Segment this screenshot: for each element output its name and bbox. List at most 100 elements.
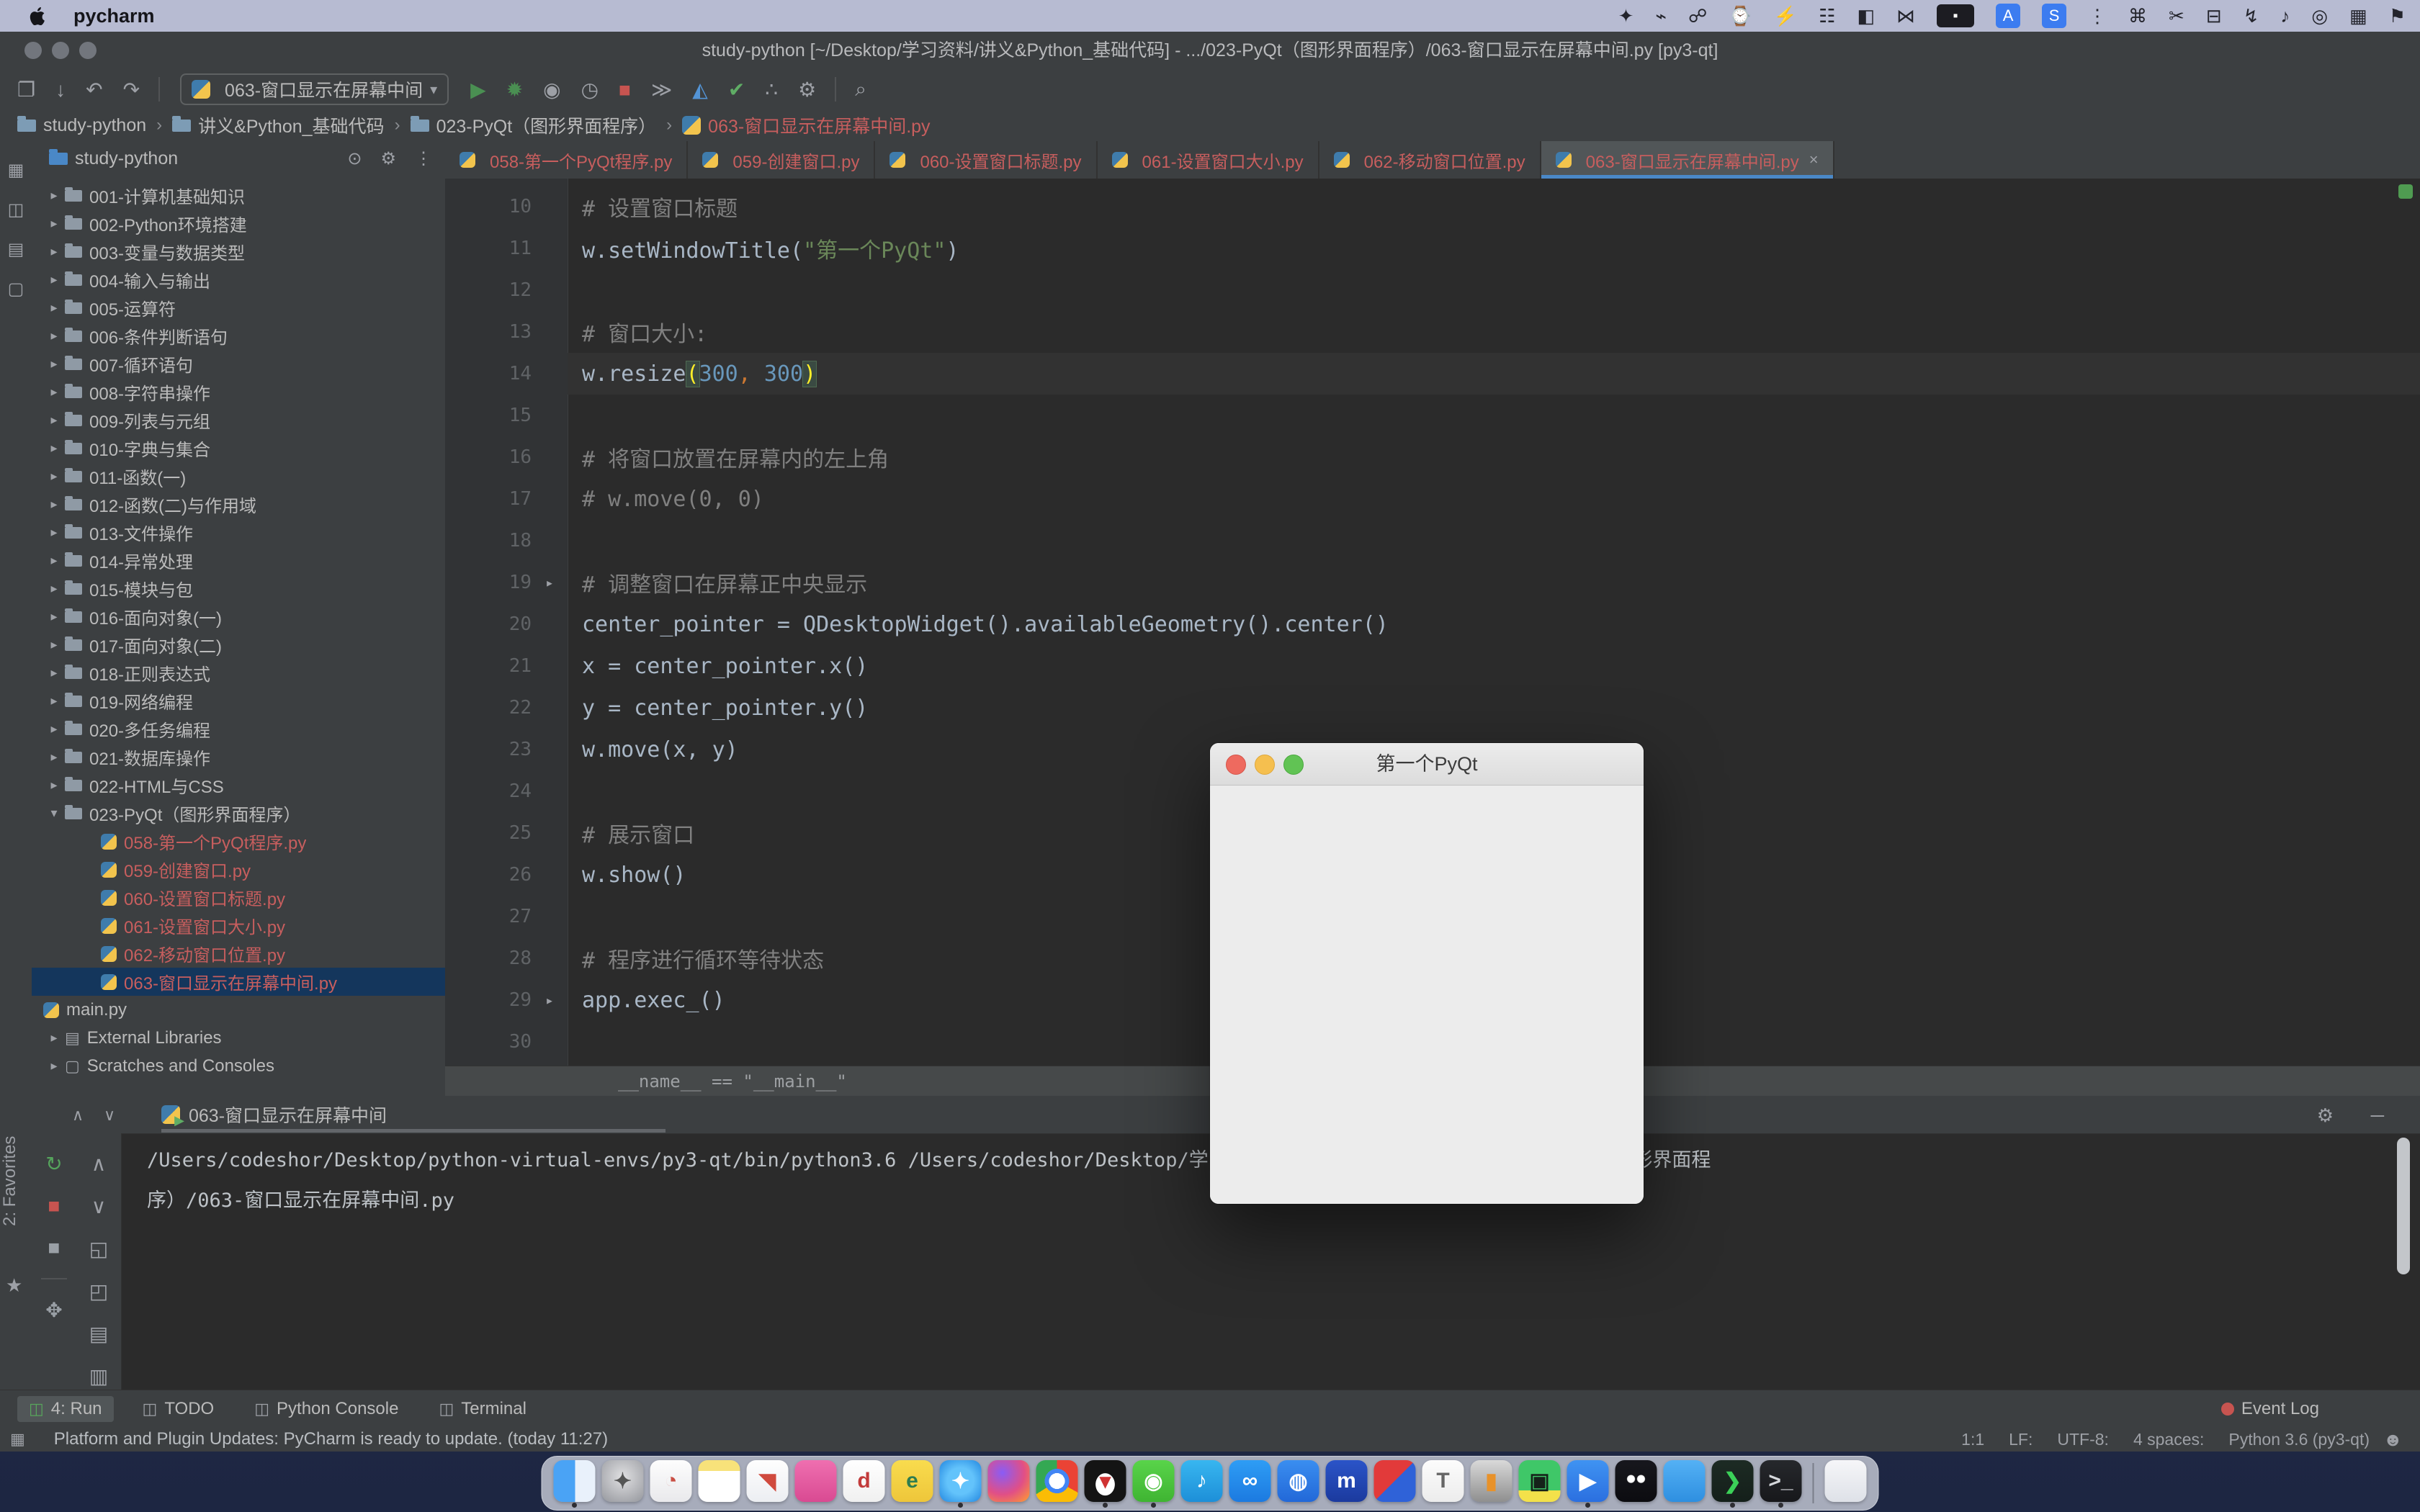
chevron-icon[interactable]: ▸: [43, 272, 65, 287]
notes-icon[interactable]: [699, 1460, 740, 1502]
dock-item-keka[interactable]: ▮: [1471, 1458, 1512, 1508]
browser-blue-icon[interactable]: [1664, 1460, 1706, 1502]
chevron-icon[interactable]: ▸: [43, 356, 65, 372]
tree-folder-row[interactable]: ▸016-面向对象(一): [32, 603, 445, 631]
status-icon-17[interactable]: ⚑: [2389, 0, 2406, 32]
chevron-icon[interactable]: ▸: [43, 778, 65, 793]
tree-folder-row[interactable]: ▸018-正则表达式: [32, 659, 445, 687]
fold-arrow-icon[interactable]: ▸: [532, 991, 568, 1009]
attach-icon[interactable]: ◭: [692, 78, 708, 101]
qq-icon[interactable]: ▾: [1085, 1460, 1126, 1502]
menu-bar-app-name[interactable]: pycharm: [73, 5, 155, 27]
tree-folder-row[interactable]: ▸022-HTML与CSS: [32, 771, 445, 799]
black-widget-icon[interactable]: [1615, 1460, 1657, 1502]
fold-arrow-icon[interactable]: ▸: [532, 574, 568, 591]
tree-folder-row[interactable]: ▸008-字符串操作: [32, 378, 445, 406]
qq-music-icon[interactable]: ♪: [1181, 1460, 1223, 1502]
check-icon[interactable]: ✔: [728, 78, 745, 101]
tree-file-row[interactable]: 060-设置窗口标题.py: [32, 883, 445, 912]
chevron-icon[interactable]: ▸: [43, 750, 65, 765]
hector-inspector-icon[interactable]: ☻: [2383, 1428, 2403, 1451]
status-widget[interactable]: 4 spaces:: [2133, 1430, 2204, 1449]
project-settings-icon[interactable]: ⚙: [380, 148, 396, 169]
scroll-end-icon[interactable]: ◰: [89, 1279, 108, 1303]
editor-tab[interactable]: 058-第一个PyQt程序.py: [445, 141, 688, 179]
screen-capture-icon[interactable]: ▪: [1937, 4, 1974, 27]
dock-item-iina[interactable]: ▶: [1567, 1458, 1609, 1508]
stop-button[interactable]: ■: [619, 78, 631, 101]
breadcrumb-segment[interactable]: 023-PyQt（图形界面程序）: [411, 112, 657, 138]
project-more-icon[interactable]: ⋮: [415, 148, 432, 169]
iterm-icon[interactable]: ❯: [1712, 1460, 1754, 1502]
chevron-down-icon[interactable]: ∨: [104, 1106, 115, 1125]
chevron-icon[interactable]: ▾: [43, 806, 65, 821]
project-tool-icon[interactable]: ▦: [0, 160, 32, 181]
tree-folder-row[interactable]: ▸005-运算符: [32, 294, 445, 322]
trash-icon[interactable]: [1825, 1460, 1867, 1502]
tree-folder-row[interactable]: ▸020-多任务编程: [32, 715, 445, 743]
tree-folder-row[interactable]: ▸010-字典与集合: [32, 434, 445, 462]
safari-icon[interactable]: ✦: [940, 1460, 982, 1502]
favorites-tool-button[interactable]: 2: Favorites: [0, 1094, 32, 1267]
dock-item-word-m[interactable]: m: [1326, 1458, 1368, 1508]
status-icon-1[interactable]: ✦: [1618, 0, 1634, 32]
coverage-button[interactable]: ◉: [543, 78, 560, 101]
dock-item-finder[interactable]: [554, 1458, 596, 1508]
typora-icon[interactable]: T: [1422, 1460, 1464, 1502]
chevron-icon[interactable]: ▸: [43, 525, 65, 540]
dash-icon[interactable]: d: [843, 1460, 885, 1502]
firefox-icon[interactable]: [988, 1460, 1030, 1502]
editor-tab[interactable]: 062-移动窗口位置.py: [1319, 141, 1541, 179]
dock-item-terminal[interactable]: >_: [1760, 1458, 1802, 1508]
dock-item-qq[interactable]: ▾: [1085, 1458, 1126, 1508]
breadcrumb-segment[interactable]: 讲义&Python_基础代码: [172, 112, 384, 138]
tree-folder-row[interactable]: ▸009-列表与元组: [32, 406, 445, 434]
dock-item-safari[interactable]: ✦: [940, 1458, 982, 1508]
toolwindow-button[interactable]: ◫TODO: [131, 1396, 226, 1422]
tree-folder-row[interactable]: ▸021-数据库操作: [32, 743, 445, 771]
dock-item-browser-blue[interactable]: [1664, 1458, 1706, 1508]
chevron-icon[interactable]: ▸: [43, 581, 65, 596]
chevron-icon[interactable]: ▸: [43, 300, 65, 315]
locate-file-icon[interactable]: ⊙: [347, 148, 362, 169]
more-icon[interactable]: ∴: [765, 78, 778, 101]
status-icon-10[interactable]: ⌘: [2128, 0, 2147, 32]
status-icon-5[interactable]: ⚡: [1774, 0, 1797, 32]
console-scrollbar[interactable]: [2397, 1138, 2410, 1274]
status-icon-13[interactable]: ↯: [2244, 0, 2259, 32]
up-stack-icon[interactable]: ∧: [91, 1152, 107, 1176]
docs-blue-icon[interactable]: ◍: [1278, 1460, 1319, 1502]
tree-folder-row[interactable]: ▸014-异常处理: [32, 546, 445, 575]
tree-file-row[interactable]: 063-窗口显示在屏幕中间.py: [32, 968, 445, 996]
dock-item-mail[interactable]: ◥: [747, 1458, 789, 1508]
apple-menu-icon[interactable]: [29, 6, 48, 25]
debug-button[interactable]: ✹: [506, 78, 523, 101]
tree-folder-row[interactable]: ▸003-变量与数据类型: [32, 238, 445, 266]
editor-tab[interactable]: 059-创建窗口.py: [688, 141, 875, 179]
tree-file-row[interactable]: 062-移动窗口位置.py: [32, 940, 445, 968]
mail-icon[interactable]: ◥: [747, 1460, 789, 1502]
word-m-icon[interactable]: m: [1326, 1460, 1368, 1502]
chevron-icon[interactable]: ▸: [43, 413, 65, 428]
status-icon-12[interactable]: ⊟: [2206, 0, 2222, 32]
status-message[interactable]: Platform and Plugin Updates: PyCharm is …: [54, 1429, 608, 1449]
chevron-icon[interactable]: ▸: [43, 384, 65, 400]
open-icon[interactable]: ❐: [17, 78, 35, 101]
breadcrumb-file[interactable]: 063-窗口显示在屏幕中间.py: [682, 112, 930, 138]
dock-item-chrome[interactable]: [1036, 1458, 1078, 1508]
editor-tab[interactable]: 063-窗口显示在屏幕中间.py×: [1541, 141, 1834, 179]
chrome-icon[interactable]: [1036, 1460, 1078, 1502]
tree-folder-row[interactable]: ▸015-模块与包: [32, 575, 445, 603]
status-icon-15[interactable]: ◎: [2311, 0, 2328, 32]
tree-folder-row[interactable]: ▸011-函数(一): [32, 462, 445, 490]
pycharm-title-bar[interactable]: study-python [~/Desktop/学习资料/讲义&Python_基…: [0, 32, 2420, 70]
dock-item-iterm[interactable]: ❯: [1712, 1458, 1754, 1508]
preview-icon[interactable]: ◔: [650, 1460, 692, 1502]
keka-icon[interactable]: ▮: [1471, 1460, 1512, 1502]
commander-tool-icon[interactable]: ▤: [0, 239, 32, 260]
chevron-icon[interactable]: ▸: [43, 188, 65, 203]
clear-all-icon[interactable]: ▥: [89, 1364, 108, 1388]
run-settings-icon[interactable]: ⚙: [2317, 1104, 2334, 1127]
editor-tab[interactable]: 060-设置窗口标题.py: [875, 141, 1097, 179]
tree-folder-row[interactable]: ▸004-输入与输出: [32, 266, 445, 294]
